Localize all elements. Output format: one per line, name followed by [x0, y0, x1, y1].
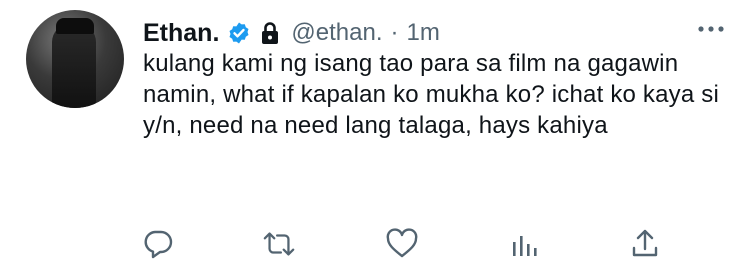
like-icon: [386, 228, 418, 258]
avatar-figure: [52, 24, 96, 108]
retweet-button[interactable]: [262, 227, 296, 261]
like-button[interactable]: [385, 227, 419, 261]
reply-button[interactable]: [141, 227, 175, 261]
reply-icon: [144, 230, 173, 259]
handle[interactable]: @ethan.: [291, 19, 382, 47]
lock-icon: [262, 22, 279, 44]
avatar[interactable]: [26, 10, 124, 108]
share-button[interactable]: [628, 227, 662, 261]
avatar-cap: [56, 18, 94, 34]
more-dots-icon[interactable]: [697, 22, 725, 36]
display-name[interactable]: Ethan.: [143, 19, 219, 48]
verified-badge-icon: [229, 22, 249, 44]
tweet-header: Ethan. @ethan. · 1m: [143, 16, 440, 50]
retweet-icon: [263, 232, 295, 256]
separator-dot: ·: [390, 19, 399, 46]
analytics-icon: [513, 236, 537, 256]
tweet-text: kulang kami ng isang tao para sa film na…: [143, 50, 720, 139]
timestamp[interactable]: 1m: [407, 19, 440, 47]
analytics-button[interactable]: [507, 227, 541, 261]
share-icon: [632, 229, 658, 257]
